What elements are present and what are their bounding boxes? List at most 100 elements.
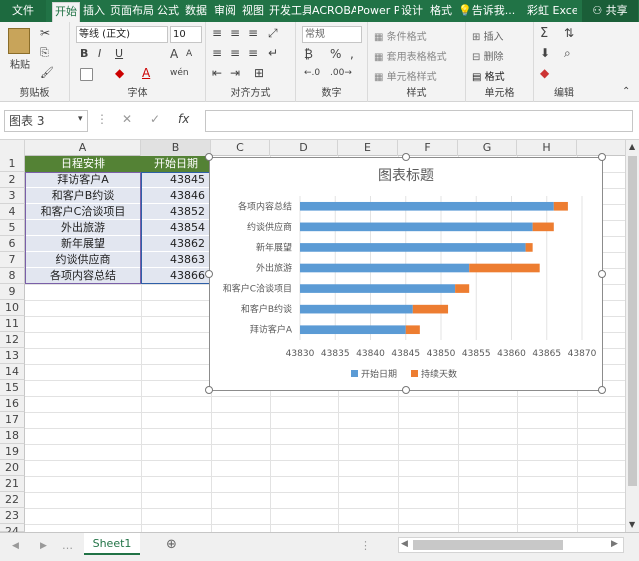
resize-handle[interactable] <box>598 386 606 394</box>
row-header[interactable]: 19 <box>0 444 25 460</box>
decrease-decimal-icon[interactable]: .00→ <box>330 68 352 78</box>
font-color-icon[interactable]: A <box>142 66 150 80</box>
cancel-icon[interactable]: ✕ <box>122 112 132 126</box>
row-header[interactable]: 11 <box>0 316 25 332</box>
copy-icon[interactable]: ⎘ <box>40 46 49 60</box>
row-header[interactable]: 14 <box>0 364 25 380</box>
row-header[interactable]: 20 <box>0 460 25 476</box>
fill-icon[interactable]: ⬇ <box>540 46 550 60</box>
select-all-corner[interactable] <box>0 140 25 156</box>
row-header[interactable]: 9 <box>0 284 25 300</box>
align-top-icon[interactable]: ≡ <box>212 26 222 40</box>
hscroll-thumb[interactable] <box>413 540 563 550</box>
format-as-table-button[interactable]: ▦ 套用表格格式 <box>374 48 447 63</box>
row-header[interactable]: 3 <box>0 188 25 204</box>
number-format-dropdown[interactable]: 常规 <box>302 26 362 43</box>
decrease-indent-icon[interactable]: ⇤ <box>212 66 222 80</box>
more-options-icon[interactable]: ⋮ <box>360 539 371 552</box>
row-header[interactable]: 6 <box>0 236 25 252</box>
increase-indent-icon[interactable]: ⇥ <box>230 66 240 80</box>
conditional-format-button[interactable]: ▦ 条件格式 <box>374 28 427 43</box>
align-left-icon[interactable]: ≡ <box>212 46 222 60</box>
row-header[interactable]: 4 <box>0 204 25 220</box>
clear-icon[interactable]: ◆ <box>540 66 549 80</box>
collapse-ribbon-icon[interactable]: ⌃ <box>622 86 630 97</box>
share-button[interactable]: ⚇ 共享 <box>582 0 638 22</box>
decrease-font-button[interactable]: A <box>186 49 192 59</box>
orientation-icon[interactable]: ⤢ <box>268 26 278 41</box>
paste-icon[interactable] <box>8 28 30 54</box>
col-header-b[interactable]: B <box>141 140 211 156</box>
currency-icon[interactable]: ₿ <box>304 47 313 61</box>
row-header[interactable]: 17 <box>0 412 25 428</box>
row-header[interactable]: 5 <box>0 220 25 236</box>
enter-icon[interactable]: ✓ <box>150 112 160 126</box>
cell-styles-button[interactable]: ▦ 单元格样式 <box>374 68 437 83</box>
bold-button[interactable]: B <box>80 47 88 60</box>
tab-file[interactable]: 文件 <box>0 0 46 22</box>
row-header[interactable]: 24 <box>0 524 25 538</box>
italic-button[interactable]: I <box>98 47 101 60</box>
resize-handle[interactable] <box>598 270 606 278</box>
delete-cells-button[interactable]: ⊟ 删除 <box>472 48 504 63</box>
tab-acrobat[interactable]: ACROBAT <box>312 0 356 22</box>
scroll-thumb[interactable] <box>628 156 637 486</box>
col-header-h[interactable]: H <box>517 140 577 156</box>
font-name-dropdown[interactable]: 等线 (正文) <box>76 26 168 43</box>
format-painter-icon[interactable]: 🖌 <box>40 66 54 79</box>
cell-b1[interactable]: 开始日期 <box>141 156 211 172</box>
resize-handle[interactable] <box>402 153 410 161</box>
tab-power-pivot[interactable]: Power Pivot <box>357 0 399 22</box>
row-header[interactable]: 7 <box>0 252 25 268</box>
row-header[interactable]: 1 <box>0 156 25 172</box>
row-header[interactable]: 22 <box>0 492 25 508</box>
tell-me-box[interactable]: 💡告诉我... <box>458 0 520 22</box>
cut-icon[interactable]: ✂ <box>40 26 50 40</box>
horizontal-scrollbar[interactable]: ◀ ▶ <box>398 537 624 553</box>
insert-function-button[interactable]: fx <box>178 112 189 126</box>
tab-home[interactable]: 开始 <box>52 2 80 22</box>
scroll-tabs-left-icon[interactable]: ◀ <box>12 541 19 551</box>
scroll-tabs-right-icon[interactable]: ▶ <box>40 541 47 551</box>
more-sheets-icon[interactable]: … <box>62 539 73 552</box>
resize-handle[interactable] <box>205 270 213 278</box>
formula-input[interactable] <box>205 110 633 132</box>
align-right-icon[interactable]: ≡ <box>248 46 258 60</box>
scroll-down-icon[interactable]: ▼ <box>629 520 635 529</box>
row-header[interactable]: 15 <box>0 380 25 396</box>
scroll-up-icon[interactable]: ▲ <box>629 142 635 151</box>
tab-formulas[interactable]: 公式 <box>155 0 181 22</box>
borders-icon[interactable] <box>80 68 93 81</box>
row-header[interactable]: 16 <box>0 396 25 412</box>
row-header[interactable]: 23 <box>0 508 25 524</box>
insert-cells-button[interactable]: ⊞ 插入 <box>472 28 504 43</box>
resize-handle[interactable] <box>205 153 213 161</box>
row-header[interactable]: 8 <box>0 268 25 284</box>
percent-button[interactable]: % <box>330 47 341 61</box>
row-header[interactable]: 10 <box>0 300 25 316</box>
name-box-dropdown-icon[interactable]: ▾ <box>78 114 83 124</box>
format-cells-button[interactable]: ▤ 格式 <box>472 68 505 83</box>
add-sheet-icon[interactable]: ⊕ <box>166 537 177 552</box>
paste-button[interactable]: 粘贴 <box>10 56 30 71</box>
col-header-a[interactable]: A <box>25 140 141 156</box>
tab-view[interactable]: 视图 <box>240 0 266 22</box>
row-header[interactable]: 21 <box>0 476 25 492</box>
find-icon[interactable]: ⌕ <box>564 46 571 61</box>
scroll-right-icon[interactable]: ▶ <box>611 539 618 549</box>
col-header-e[interactable]: E <box>338 140 398 156</box>
tab-format[interactable]: 格式 <box>428 0 454 22</box>
increase-decimal-icon[interactable]: ←.0 <box>304 68 320 78</box>
align-center-icon[interactable]: ≡ <box>230 46 240 60</box>
tab-design[interactable]: 设计 <box>399 0 425 22</box>
cell-a1[interactable]: 日程安排 <box>25 156 141 172</box>
col-header-c[interactable]: C <box>211 140 270 156</box>
sheet-tab-sheet1[interactable]: Sheet1 <box>84 533 140 555</box>
row-header[interactable]: 18 <box>0 428 25 444</box>
sort-filter-icon[interactable]: ⇅ <box>564 26 574 40</box>
tab-page-layout[interactable]: 页面布局 <box>110 0 154 22</box>
merge-center-icon[interactable]: ⊞ <box>254 66 264 80</box>
vertical-scrollbar[interactable]: ▲ ▼ <box>625 140 639 532</box>
tab-review[interactable]: 审阅 <box>212 0 238 22</box>
fill-color-icon[interactable]: ◆ <box>115 66 124 80</box>
